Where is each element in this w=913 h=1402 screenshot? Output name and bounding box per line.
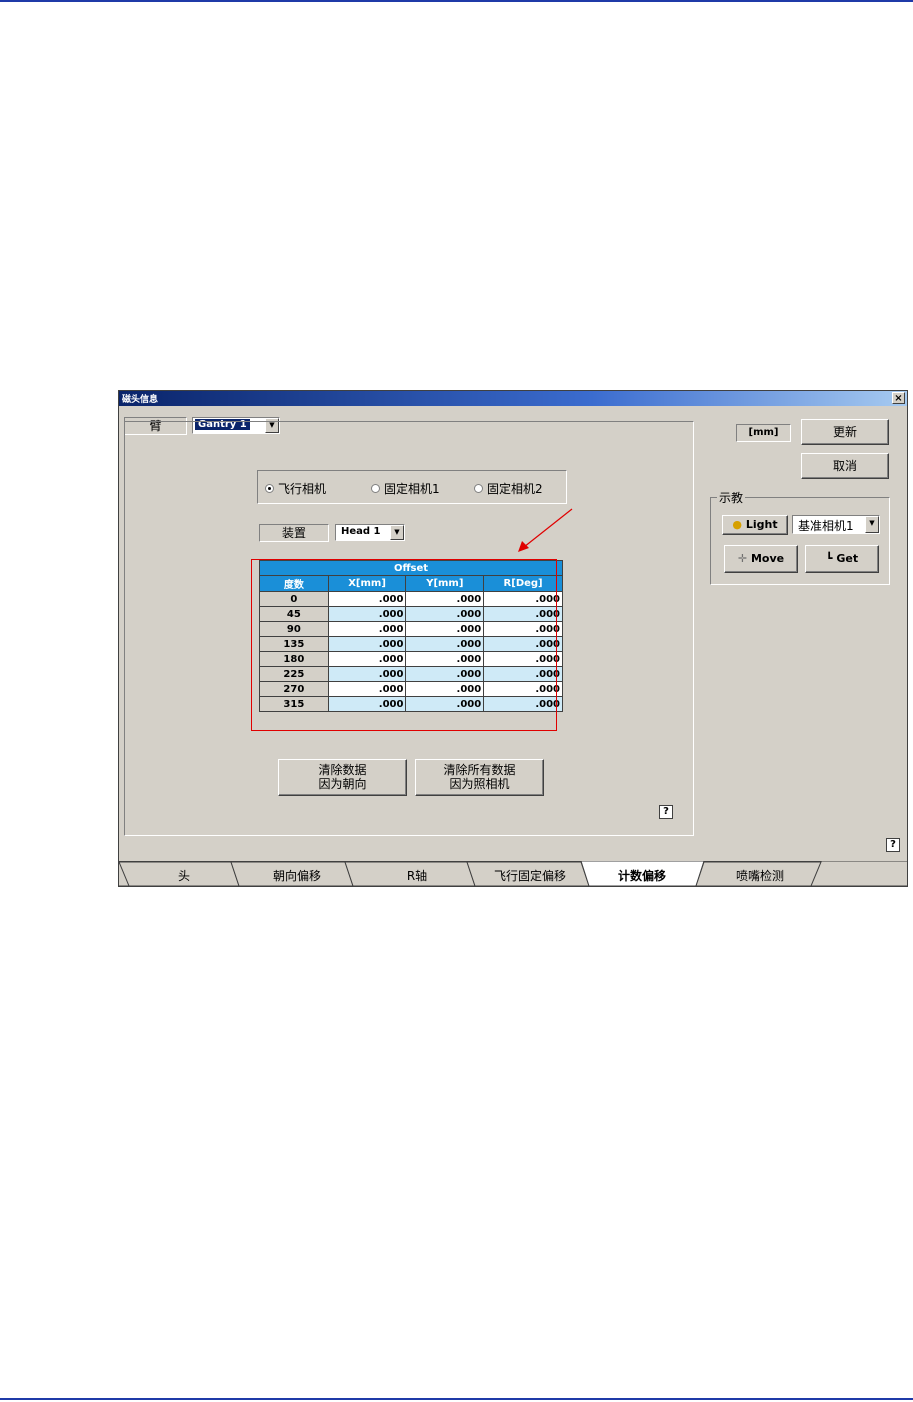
radio-dot-icon — [371, 484, 380, 493]
light-label: Light — [745, 518, 778, 531]
reference-camera-select[interactable]: 基准相机1 ▼ — [792, 515, 880, 534]
move-label: Move — [750, 552, 785, 565]
radio-flying-camera[interactable]: 飞行相机 — [265, 480, 326, 497]
highlight-box — [251, 559, 557, 731]
tab-count-offset[interactable]: 计数偏移 — [589, 867, 695, 884]
radio-dot-icon — [265, 484, 274, 493]
button-line: 因为朝向 — [318, 777, 367, 791]
light-button[interactable]: ● Light — [722, 515, 788, 535]
tab-orientation-offset[interactable]: 朝向偏移 — [247, 867, 347, 884]
radio-label: 飞行相机 — [278, 482, 327, 496]
clear-all-camera-button[interactable]: 清除所有数据 因为照相机 — [415, 759, 544, 796]
move-button[interactable]: ✛ Move — [724, 545, 798, 573]
camera-radio-group: 飞行相机 固定相机1 固定相机2 — [257, 470, 567, 504]
tab-nozzle-check[interactable]: 喷嘴检测 — [707, 867, 813, 884]
cancel-button[interactable]: 取消 — [801, 453, 889, 479]
close-button[interactable]: × — [892, 392, 905, 404]
arrow-shaft — [523, 508, 573, 548]
device-label: 装置 — [259, 524, 329, 542]
chevron-down-icon[interactable]: ▼ — [865, 516, 879, 533]
title-bar: 磁头信息 × — [119, 391, 907, 406]
radio-fixed-camera-1[interactable]: 固定相机1 — [371, 480, 440, 497]
reference-camera-value: 基准相机1 — [798, 519, 854, 533]
radio-label: 固定相机1 — [384, 482, 440, 496]
get-icon: ┗ — [825, 552, 833, 565]
radio-dot-icon — [474, 484, 483, 493]
button-line: 清除所有数据 — [443, 763, 516, 777]
clear-orientation-button[interactable]: 清除数据 因为朝向 — [278, 759, 407, 796]
teach-label: 示教 — [717, 489, 746, 506]
radio-label: 固定相机2 — [487, 482, 543, 496]
units-label: [mm] — [736, 424, 791, 442]
help-icon[interactable]: ? — [886, 838, 900, 852]
page-bottom-rule — [0, 1398, 913, 1400]
tab-head[interactable]: 头 — [139, 867, 229, 884]
get-label: Get — [836, 552, 859, 565]
page-top-rule — [0, 0, 913, 2]
tab-flying-fixed-offset[interactable]: 飞行固定偏移 — [475, 867, 585, 884]
arrow-head — [518, 541, 529, 552]
annotation-arrow — [518, 508, 573, 552]
device-value: Head 1 — [341, 526, 381, 537]
help-icon[interactable]: ? — [659, 805, 673, 819]
window-title: 磁头信息 — [122, 395, 159, 405]
chevron-down-icon[interactable]: ▼ — [390, 525, 404, 540]
move-icon: ✛ — [737, 552, 748, 565]
button-line: 因为照相机 — [449, 777, 510, 791]
device-select[interactable]: Head 1 ▼ — [335, 524, 405, 541]
get-button[interactable]: ┗ Get — [805, 545, 879, 573]
button-line: 清除数据 — [318, 763, 367, 777]
tab-r-axis[interactable]: R轴 — [367, 867, 467, 884]
light-icon: ● — [732, 518, 742, 531]
radio-fixed-camera-2[interactable]: 固定相机2 — [474, 480, 543, 497]
update-button[interactable]: 更新 — [801, 419, 889, 445]
head-info-dialog: 磁头信息 × 臂 Gantry 1 ▼ 飞行相机 固定相机1 固定相机2 装置 … — [118, 390, 908, 887]
